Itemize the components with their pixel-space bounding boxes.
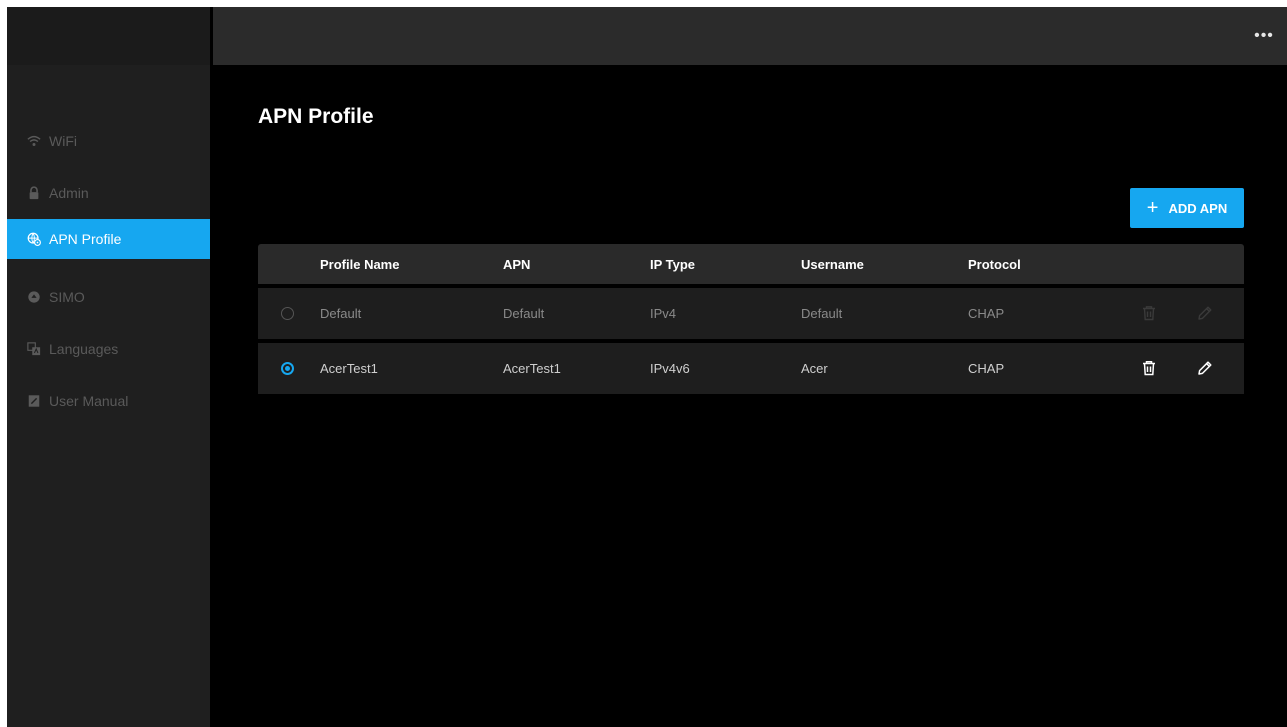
sidebar-item-label: User Manual (49, 393, 129, 409)
lock-icon (27, 186, 41, 200)
sidebar-item-label: SIMO (49, 289, 85, 305)
cell-protocol: CHAP (968, 306, 1005, 321)
delete-button[interactable] (1138, 357, 1160, 379)
manual-icon (27, 394, 41, 408)
top-bar: ••• (7, 7, 1287, 65)
top-bar-left (7, 7, 210, 65)
delete-button[interactable] (1138, 302, 1160, 324)
column-header-ip-type: IP Type (650, 256, 696, 272)
profile-select-radio[interactable] (281, 307, 294, 320)
cell-ip-type: IPv4v6 (650, 361, 690, 376)
add-apn-button[interactable]: + ADD APN (1130, 188, 1244, 228)
table-row[interactable]: AcerTest1 AcerTest1 IPv4v6 Acer CHAP (258, 343, 1244, 394)
top-bar-right: ••• (213, 7, 1287, 65)
column-header-protocol: Protocol (968, 256, 1021, 272)
more-options-button[interactable]: ••• (1251, 27, 1277, 45)
app-window: ••• WiFi Admin APN Profile SIMO Language… (7, 7, 1287, 727)
column-header-apn: APN (503, 256, 531, 272)
column-header-profile-name: Profile Name (320, 256, 400, 272)
sidebar-item-apn-profile[interactable]: APN Profile (7, 219, 210, 259)
plus-icon: + (1146, 197, 1159, 219)
edit-button[interactable] (1194, 357, 1216, 379)
apn-globe-icon (27, 232, 41, 246)
pencil-icon (1198, 361, 1212, 375)
pencil-icon (1198, 306, 1212, 320)
trash-icon (1143, 306, 1155, 321)
sidebar-item-user-manual[interactable]: User Manual (7, 381, 210, 421)
cell-profile-name: AcerTest1 (320, 361, 378, 376)
cell-apn: Default (503, 306, 545, 321)
simo-icon (27, 290, 41, 304)
sidebar-item-label: WiFi (49, 133, 77, 149)
table-header: Profile Name APN IP Type Username Protoc… (258, 244, 1244, 284)
cell-protocol: CHAP (968, 361, 1005, 376)
sidebar: WiFi Admin APN Profile SIMO Languages Us… (7, 65, 210, 727)
trash-icon (1143, 361, 1155, 376)
cell-ip-type: IPv4 (650, 306, 677, 321)
page-title: APN Profile (258, 105, 374, 128)
cell-username: Acer (801, 361, 828, 376)
sidebar-item-admin[interactable]: Admin (7, 173, 210, 213)
cell-profile-name: Default (320, 306, 362, 321)
sidebar-item-languages[interactable]: Languages (7, 329, 210, 369)
edit-button[interactable] (1194, 302, 1216, 324)
sidebar-item-label: Admin (49, 185, 89, 201)
sidebar-item-label: APN Profile (49, 231, 122, 247)
sidebar-item-wifi[interactable]: WiFi (7, 121, 210, 161)
wifi-icon (27, 134, 41, 148)
languages-icon (27, 342, 41, 356)
cell-apn: AcerTest1 (503, 361, 561, 376)
sidebar-item-simo[interactable]: SIMO (7, 277, 210, 317)
column-header-username: Username (801, 256, 864, 272)
table-row[interactable]: Default Default IPv4 Default CHAP (258, 288, 1244, 339)
profile-select-radio[interactable] (281, 362, 294, 375)
sidebar-item-label: Languages (49, 341, 119, 357)
apn-table: Profile Name APN IP Type Username Protoc… (258, 244, 1244, 394)
cell-username: Default (801, 306, 843, 321)
add-apn-label: ADD APN (1168, 200, 1228, 216)
